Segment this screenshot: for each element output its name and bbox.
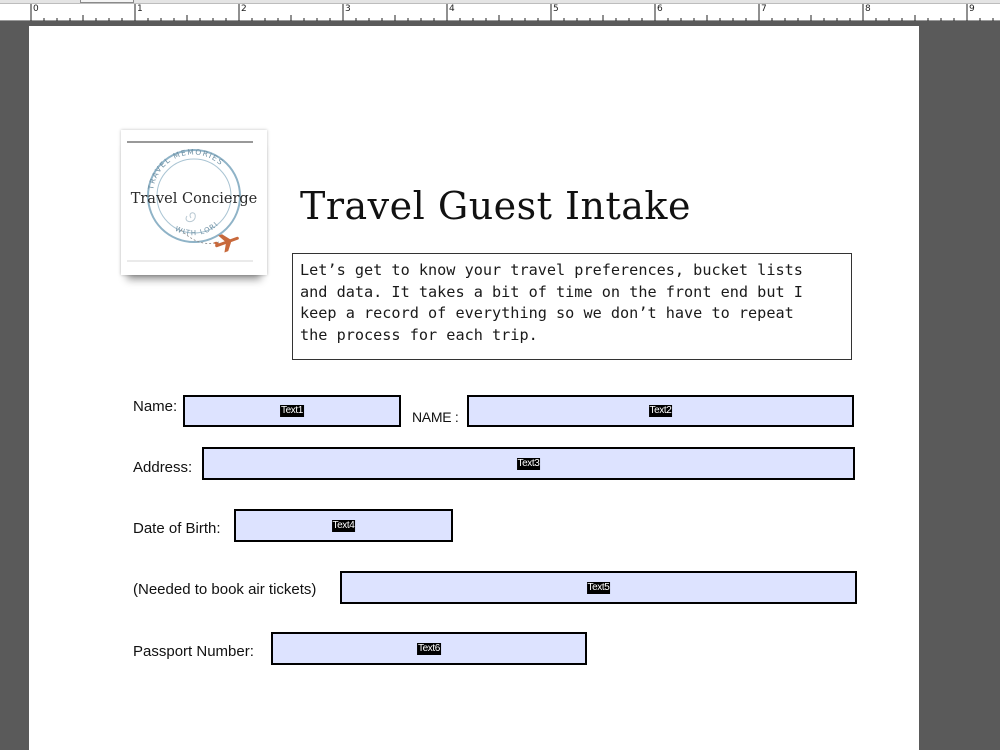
- air-tickets-label: (Needed to book air tickets): [133, 581, 317, 598]
- intro-line: Let’s get to know your travel preference…: [300, 261, 803, 279]
- field-name-tag: Text2: [648, 405, 673, 417]
- logo-arc-bottom: WITH LORI: [174, 220, 219, 237]
- ruler-number: 0: [33, 4, 39, 14]
- field-name-tag: Text3: [516, 457, 541, 470]
- intro-line: and data. It takes a bit of time on the …: [300, 282, 803, 301]
- field-name-tag: Text4: [331, 519, 356, 532]
- logo: TRAVEL MEMORIES Travel Concierge WITH LO…: [121, 130, 267, 275]
- air-tickets-field[interactable]: Text5: [340, 571, 857, 604]
- ruler-ticks: [30, 4, 994, 21]
- airplane-icon: [213, 234, 239, 253]
- field-name-tag: Text5: [586, 581, 611, 594]
- name-uppercase-field[interactable]: Text2: [467, 395, 854, 427]
- intro-text-box: Let’s get to know your travel preference…: [292, 253, 852, 360]
- date-of-birth-label: Date of Birth:: [133, 520, 221, 537]
- ruler-number: 6: [657, 4, 663, 14]
- ruler-number: 7: [761, 4, 767, 14]
- ruler-number: 5: [553, 4, 559, 14]
- date-of-birth-field[interactable]: Text4: [234, 509, 453, 542]
- name-field[interactable]: Text1: [183, 395, 401, 427]
- ruler-number: 8: [865, 4, 871, 14]
- field-name-tag: Text6: [417, 642, 441, 655]
- address-label: Address:: [133, 459, 193, 476]
- ruler-number: 3: [345, 4, 351, 14]
- name-uppercase-label: NAME :: [412, 409, 459, 425]
- toolbar-tab[interactable]: [80, 0, 134, 3]
- ruler-number: 4: [449, 4, 455, 14]
- horizontal-ruler[interactable]: 0 1 2 3 4 5 6 7 8 9: [0, 4, 1000, 21]
- name-label: Name:: [133, 398, 178, 415]
- intro-line: keep a record of everything so we don’t …: [300, 304, 794, 322]
- logo-brand-text: Travel Concierge: [131, 191, 258, 207]
- ruler-number: 2: [241, 4, 247, 14]
- intro-line: the process for each trip.: [300, 325, 538, 344]
- passport-number-label: Passport Number:: [133, 643, 254, 660]
- svg-text:WITH LORI: WITH LORI: [174, 220, 220, 237]
- passport-number-field[interactable]: Text6: [271, 632, 587, 665]
- document-page: TRAVEL MEMORIES Travel Concierge WITH LO…: [29, 26, 919, 750]
- page-title: Travel Guest Intake: [300, 184, 691, 228]
- field-name-tag: Text1: [280, 405, 304, 417]
- ruler-number: 1: [137, 4, 143, 14]
- ruler-number: 9: [969, 4, 975, 14]
- travel-concierge-logo: TRAVEL MEMORIES Travel Concierge WITH LO…: [127, 141, 258, 262]
- address-field[interactable]: Text3: [202, 447, 855, 480]
